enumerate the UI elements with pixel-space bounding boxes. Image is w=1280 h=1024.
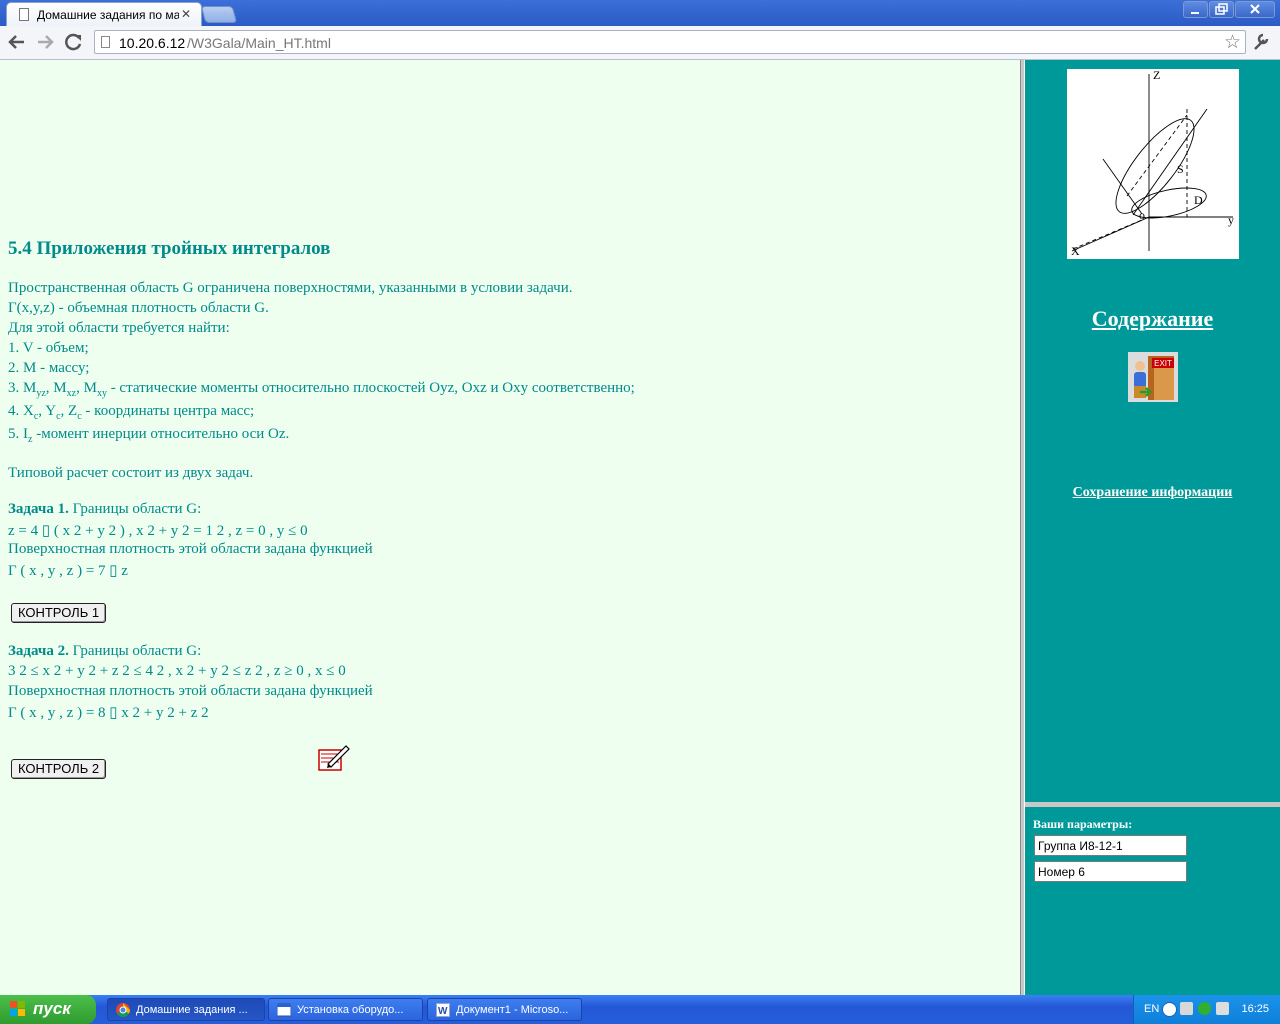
list-item: 5. Iz -момент инерции относительно оси O… — [8, 426, 290, 445]
chrome-icon — [116, 1003, 130, 1017]
reload-button[interactable] — [63, 32, 85, 52]
page-icon — [101, 36, 110, 48]
save-info-link[interactable]: Сохранение информации — [1025, 485, 1280, 501]
task2-equation: 3 2 ≤ x 2 + y 2 + z 2 ≤ 4 2 , x 2 + y 2 … — [8, 663, 346, 679]
number-field[interactable]: Номер 6 — [1034, 861, 1187, 882]
task1-title: Задача 1. Границы области G: — [8, 501, 202, 517]
browser-tab-active[interactable]: Домашние задания по мате ✕ — [6, 2, 202, 26]
page-title: 5.4 Приложения тройных интегралов — [8, 238, 331, 259]
browser-titlebar: Домашние задания по мате ✕ — [0, 0, 1280, 26]
antivirus-icon[interactable] — [1198, 1002, 1211, 1015]
exit-door-icon[interactable]: EXIT — [1128, 352, 1178, 402]
contents-link[interactable]: Содержание — [1025, 306, 1280, 332]
windows-taskbar: пуск Домашние задания ... Установка обор… — [0, 995, 1280, 1024]
forward-button[interactable] — [34, 32, 56, 52]
word-icon: W — [436, 1003, 450, 1017]
restore-icon — [1215, 3, 1228, 15]
forward-arrow-icon — [38, 35, 54, 49]
task2-density-label: Поверхностная плотность этой области зад… — [8, 683, 373, 699]
vmware-icon[interactable] — [1216, 1002, 1229, 1015]
start-label: пуск — [33, 999, 71, 1018]
params-label: Ваши параметры: — [1033, 817, 1133, 831]
axis-label-x: X — [1071, 244, 1080, 258]
tray-expand-icon[interactable] — [1162, 1002, 1177, 1017]
origin-label: o — [1139, 208, 1145, 222]
back-button[interactable] — [6, 32, 28, 52]
axis-label-y: y — [1228, 213, 1234, 227]
task1-density-label: Поверхностная плотность этой области зад… — [8, 541, 373, 557]
exit-label: EXIT — [1154, 359, 1172, 368]
intro-line: Для этой области требуется найти: — [8, 320, 230, 336]
control-2-button[interactable]: КОНТРОЛЬ 2 — [11, 759, 106, 779]
tab-close-icon[interactable]: ✕ — [181, 7, 191, 21]
task2-density: Г ( x , y , z ) = 8 ▯ x 2 + y 2 + z 2 — [8, 705, 209, 721]
back-arrow-icon — [8, 35, 24, 49]
control-1-button[interactable]: КОНТРОЛЬ 1 — [11, 603, 106, 623]
bookmark-star-icon[interactable]: ☆ — [1224, 31, 1241, 54]
minimize-icon — [1191, 12, 1199, 14]
intro-line: Пространственная область G ограничена по… — [8, 280, 573, 296]
browser-toolbar: 10.20.6.12 /W3Gala/Main_HT.html ☆ — [0, 26, 1280, 60]
taskbar-item-label: Домашние задания ... — [136, 1004, 248, 1016]
language-indicator[interactable]: EN — [1144, 1003, 1159, 1015]
system-tray: EN 16:25 — [1133, 995, 1280, 1024]
edit-pencil-icon[interactable] — [318, 742, 350, 772]
close-icon — [1250, 4, 1260, 14]
intro-line: Г(x,y,z) - объемная плотность области G. — [8, 300, 269, 316]
taskbar-item-label: Документ1 - Microso... — [456, 1004, 569, 1016]
task1-density: Г ( x , y , z ) = 7 ▯ z — [8, 563, 128, 579]
reload-icon — [65, 33, 82, 51]
sidebar-frame: Z X y o S D Содержание EXIT Сохранение и… — [1025, 60, 1280, 802]
close-window-button[interactable] — [1235, 1, 1275, 18]
new-tab-button[interactable] — [200, 6, 238, 23]
taskbar-item-label: Установка оборудо... — [297, 1004, 404, 1016]
address-bar[interactable]: 10.20.6.12 /W3Gala/Main_HT.html ☆ — [94, 30, 1246, 54]
tab-title: Домашние задания по мате — [37, 8, 179, 22]
task1-equation: z = 4 ▯ ( x 2 + y 2 ) , x 2 + y 2 = 1 2 … — [8, 523, 308, 539]
task2-title: Задача 2. Границы области G: — [8, 643, 202, 659]
summary-text: Типовой расчет состоит из двух задач. — [8, 465, 254, 481]
main-content-frame: 5.4 Приложения тройных интегралов Простр… — [0, 60, 1020, 995]
windows-flag-icon — [10, 1001, 25, 1016]
taskbar-item-chrome[interactable]: Домашние задания ... — [107, 998, 265, 1021]
list-item: 2. M - массу; — [8, 360, 90, 376]
window-icon — [277, 1003, 291, 1017]
surface-label: S — [1177, 162, 1184, 176]
svg-text:W: W — [438, 1006, 448, 1017]
domain-label: D — [1194, 193, 1203, 207]
minimize-button[interactable] — [1183, 1, 1208, 18]
domain-diagram: Z X y o S D — [1067, 69, 1239, 259]
group-field[interactable]: Группа И8-12-1 — [1034, 835, 1187, 856]
clock: 16:25 — [1241, 1003, 1269, 1015]
page-icon — [19, 8, 29, 21]
url-path: /W3Gala/Main_HT.html — [187, 35, 331, 51]
wrench-menu-button[interactable] — [1252, 32, 1270, 57]
list-item: 4. Xc, Yc, Zc - координаты центра масс; — [8, 403, 255, 422]
axis-label-z: Z — [1153, 69, 1160, 82]
wrench-icon — [1254, 33, 1269, 50]
url-host: 10.20.6.12 — [119, 35, 186, 51]
network-icon[interactable] — [1180, 1002, 1193, 1015]
params-frame: Ваши параметры: Группа И8-12-1 Номер 6 — [1025, 807, 1280, 995]
taskbar-item-word[interactable]: W Документ1 - Microso... — [427, 998, 582, 1021]
taskbar-item-setup[interactable]: Установка оборудо... — [268, 998, 423, 1021]
restore-button[interactable] — [1209, 1, 1234, 18]
list-item: 3. Myz, Mxz, Mxy - статические моменты о… — [8, 380, 635, 399]
start-button[interactable]: пуск — [0, 995, 96, 1024]
list-item: 1. V - объем; — [8, 340, 89, 356]
